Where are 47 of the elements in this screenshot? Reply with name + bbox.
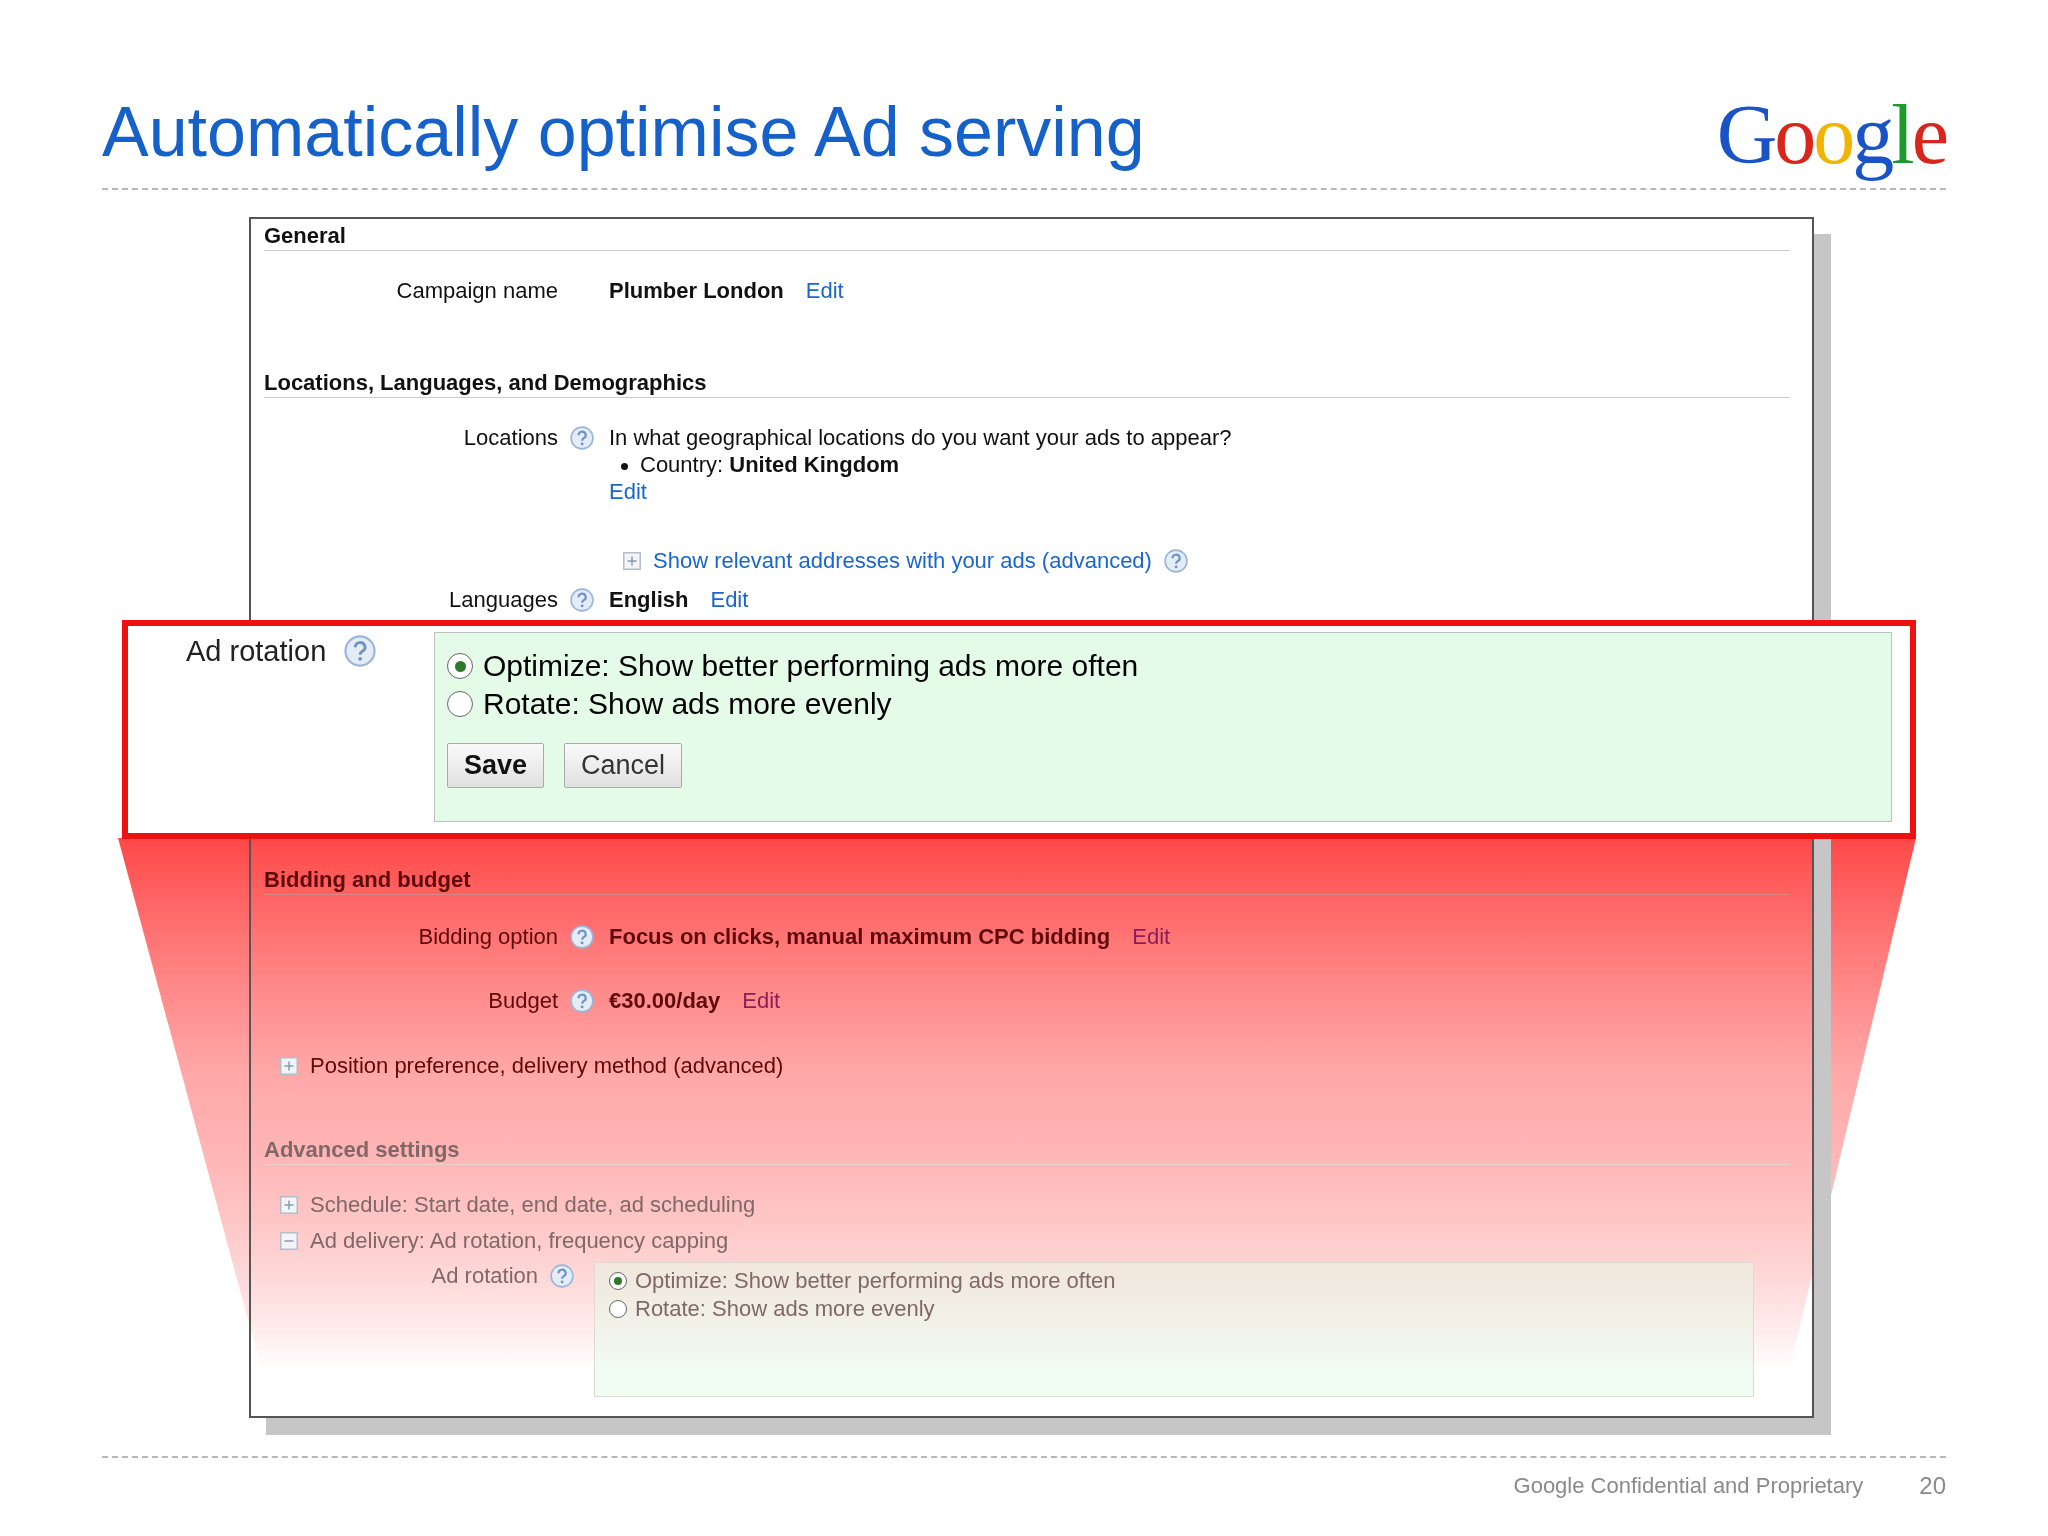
plus-box-icon[interactable] — [280, 1056, 298, 1075]
help-icon[interactable] — [1163, 548, 1188, 573]
field-label: Ad rotation — [186, 634, 327, 668]
help-icon[interactable] — [570, 425, 594, 450]
radio-button[interactable] — [447, 653, 473, 679]
radio-label: Rotate: Show ads more evenly — [483, 686, 892, 722]
question-text: In what geographical locations do you want your ads to appear? — [609, 424, 1232, 451]
minus-box-icon[interactable] — [280, 1231, 298, 1250]
edit-link[interactable]: Edit — [1132, 924, 1171, 949]
field-label: Campaign name — [396, 277, 558, 304]
cancel-button[interactable]: Cancel — [564, 743, 683, 788]
radio-label: Optimize: Show better performing ads more often — [635, 1267, 1116, 1295]
field-label: Locations — [463, 424, 558, 451]
help-icon[interactable] — [570, 924, 594, 949]
field-label: Budget — [488, 987, 558, 1014]
expand-label[interactable]: Position preference, delivery method (advanced) — [310, 1052, 784, 1079]
section-heading: General — [264, 223, 1790, 251]
edit-link[interactable]: Edit — [609, 479, 647, 504]
radio-label: Optimize: Show better performing ads more often — [483, 648, 1139, 684]
edit-link[interactable]: Edit — [710, 587, 749, 612]
expand-link[interactable]: Show relevant addresses with your ads (advanced) — [653, 547, 1152, 574]
footer-text: Google Confidential and Proprietary — [1513, 1473, 1864, 1499]
field-value: €30.00/day — [609, 988, 721, 1013]
plus-box-icon[interactable] — [623, 551, 641, 570]
save-button[interactable]: Save — [447, 743, 545, 788]
edit-link[interactable]: Edit — [805, 278, 844, 303]
expand-label[interactable]: Ad delivery: Ad rotation, frequency capping — [310, 1227, 729, 1254]
field-label: Languages — [449, 586, 558, 613]
field-label: Ad rotation — [431, 1262, 538, 1289]
plus-box-icon[interactable] — [280, 1195, 298, 1214]
radio-label: Rotate: Show ads more evenly — [635, 1295, 935, 1323]
help-icon[interactable] — [570, 988, 594, 1013]
help-icon[interactable] — [344, 635, 377, 667]
edit-link[interactable]: Edit — [742, 988, 781, 1013]
expand-label[interactable]: Schedule: Start date, end date, ad scheduling — [310, 1191, 756, 1218]
page-number: 20 — [1919, 1472, 1946, 1500]
field-value: Focus on clicks, manual maximum CPC bidding — [609, 924, 1111, 949]
logo: Google — [1716, 90, 1946, 183]
help-icon[interactable] — [550, 1263, 574, 1288]
field-value: Plumber London — [609, 278, 784, 303]
slide-title: Automatically optimise Ad serving — [102, 92, 1145, 173]
help-icon[interactable] — [570, 587, 594, 612]
radio-button[interactable] — [447, 691, 473, 717]
bullet-item: Country: United Kingdom — [609, 451, 1232, 478]
field-label: Bidding option — [418, 923, 558, 950]
field-value: English — [609, 587, 689, 612]
section-heading: Locations, Languages, and Demographics — [264, 370, 1790, 398]
